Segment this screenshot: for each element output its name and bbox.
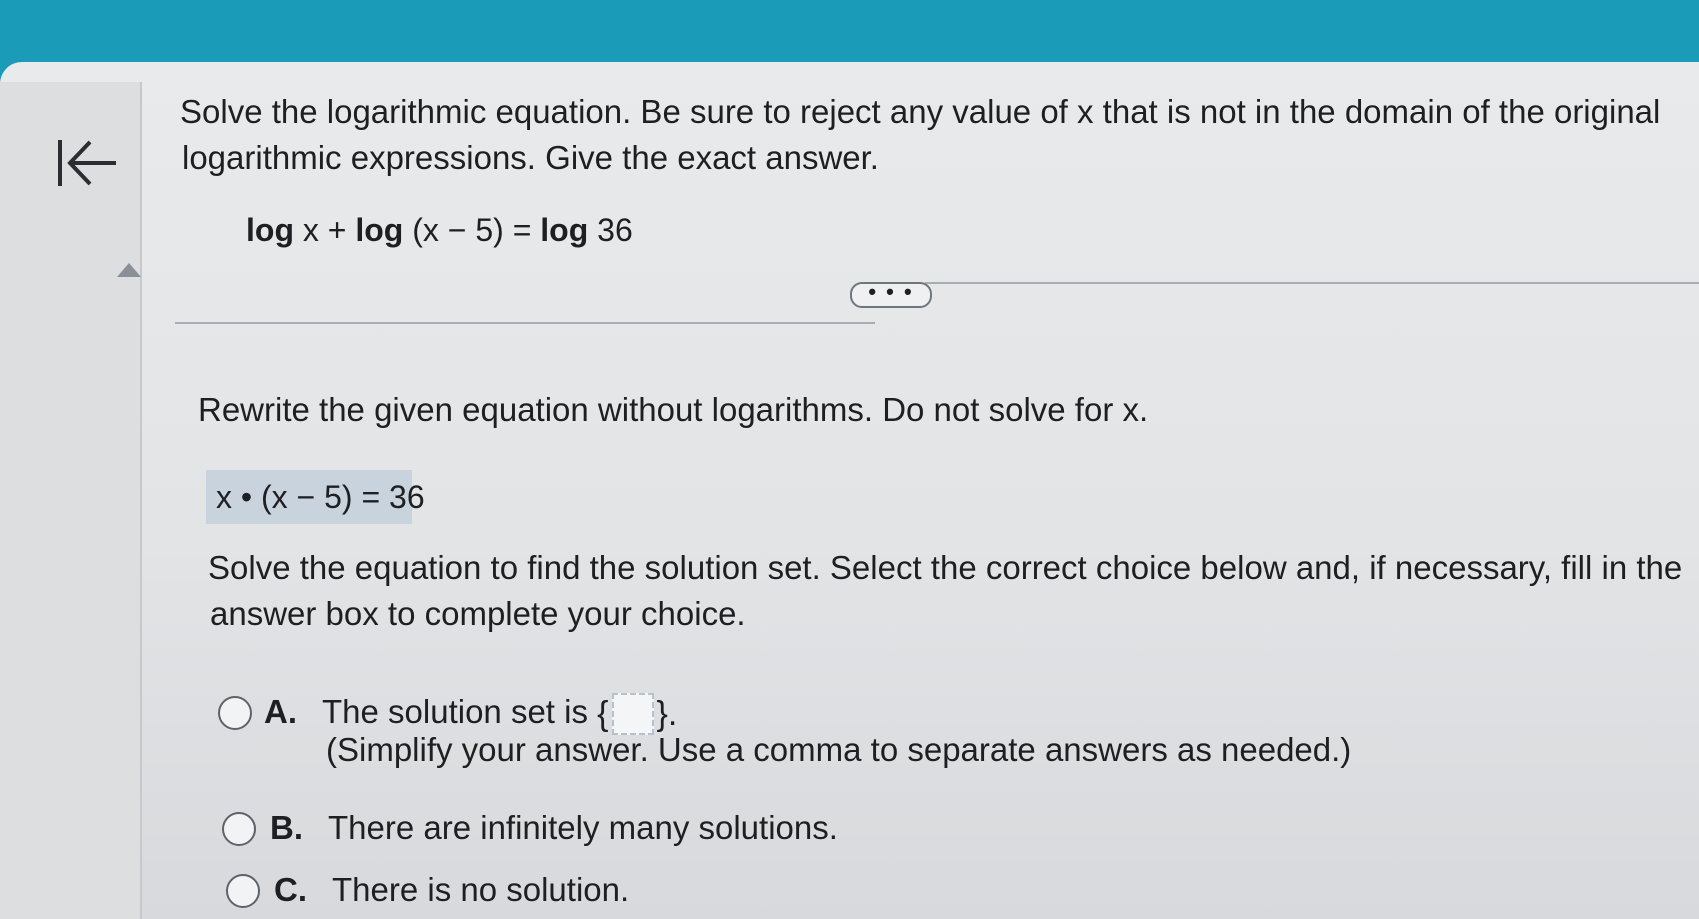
equation-log-3: log <box>540 212 589 248</box>
step1-instruction: Rewrite the given equation without logar… <box>198 391 1149 428</box>
choice-b-radio[interactable] <box>222 812 256 846</box>
choice-b-text: There are infinitely many solutions. <box>328 809 838 846</box>
choice-a-hint: (Simplify your answer. Use a comma to se… <box>326 731 1352 768</box>
show-more-button[interactable]: • • • <box>850 281 932 308</box>
choice-b[interactable]: B. There are infinitely many solutions. <box>222 804 942 852</box>
choice-a-radio[interactable] <box>218 696 252 730</box>
equation-term-3: 36 <box>597 212 633 248</box>
back-to-start-icon[interactable] <box>56 136 118 190</box>
choice-a-text: The solution set is <box>322 693 588 730</box>
step2-instruction-line-1: Solve the equation to find the solution … <box>208 549 1683 586</box>
choice-c-radio[interactable] <box>226 874 260 908</box>
choice-c-text: There is no solution. <box>332 871 630 908</box>
choice-a[interactable]: A. The solution set is {}. <box>218 688 938 736</box>
choice-c-letter: C. <box>274 871 307 908</box>
section-divider-right <box>925 282 1699 284</box>
collapse-triangle-icon[interactable] <box>116 262 142 278</box>
step2-instruction-line-2: answer box to complete your choice. <box>210 595 746 632</box>
equation-log-2: log <box>355 212 404 248</box>
question-prompt-line-1: Solve the logarithmic equation. Be sure … <box>180 93 1661 130</box>
choice-a-letter: A. <box>264 693 297 730</box>
equation-term-2: (x − 5) = <box>412 212 532 248</box>
content-area: Solve the logarithmic equation. Be sure … <box>0 0 1699 919</box>
choice-c[interactable]: C. There is no solution. <box>226 866 946 914</box>
choice-b-letter: B. <box>270 809 303 846</box>
step1-answer-box: x • (x − 5) = 36 <box>206 470 425 524</box>
equation-log-1: log <box>246 212 294 248</box>
question-prompt-line-2: logarithmic expressions. Give the exact … <box>182 139 879 176</box>
section-divider-left <box>175 322 875 324</box>
given-equation: log x + log (x − 5) = log 36 <box>246 210 633 250</box>
equation-term-1: x + <box>302 212 347 248</box>
solution-set-input[interactable] <box>611 693 654 736</box>
